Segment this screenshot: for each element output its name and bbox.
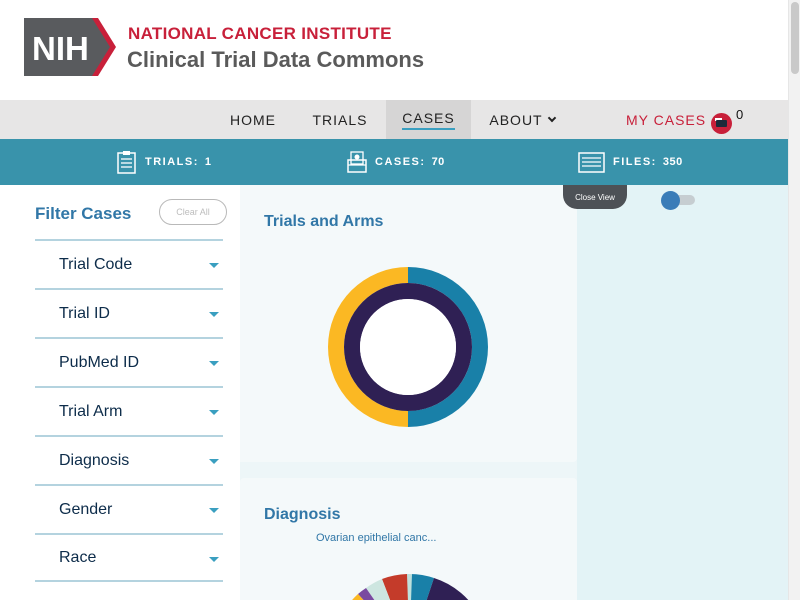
facet-label: Race xyxy=(59,548,97,566)
facet-label: Diagnosis xyxy=(59,451,130,469)
chevron-down-icon xyxy=(547,113,556,122)
nav-trials-label: TRIALS xyxy=(312,111,368,128)
nav-cases[interactable]: CASES xyxy=(386,100,471,139)
facet-race[interactable]: Race xyxy=(35,533,223,582)
filter-title: Filter Cases xyxy=(35,204,132,223)
close-view-button[interactable]: Close View xyxy=(563,185,627,209)
widgets-toggle-switch[interactable] xyxy=(661,191,695,210)
filter-sidebar: Filter Cases Clear All Trial Code Trial … xyxy=(0,185,240,600)
org-name: NATIONAL CANCER INSTITUTE xyxy=(128,24,392,43)
clear-all-button[interactable]: Clear All xyxy=(159,199,227,225)
nih-logo-text: NIH xyxy=(32,30,89,67)
nav-trials[interactable]: TRIALS xyxy=(303,100,377,139)
diagnosis-widget: Diagnosis Ovarian epithelial canc... xyxy=(240,478,577,600)
stat-cases: CASES: 70 xyxy=(346,149,445,175)
case-folder-icon xyxy=(347,151,367,173)
facet-label: Trial Arm xyxy=(59,402,123,420)
diagnosis-title: Diagnosis xyxy=(264,506,341,523)
clipboard-icon xyxy=(117,151,136,174)
stat-cases-value: 70 xyxy=(431,156,445,168)
caret-down-icon xyxy=(209,410,219,415)
caret-down-icon xyxy=(209,312,219,317)
facet-trial-id[interactable]: Trial ID xyxy=(35,288,223,337)
nav-about[interactable]: ABOUT xyxy=(480,100,564,139)
nav-home-label: HOME xyxy=(230,111,276,128)
trials-arms-widget: Trials and Arms xyxy=(240,185,577,462)
facet-label: Trial Code xyxy=(59,255,133,273)
stat-files-value: 350 xyxy=(662,156,683,168)
caret-down-icon xyxy=(209,508,219,513)
nih-logo[interactable]: NIH xyxy=(24,18,116,76)
widgets-column: Trials and Arms Diagnosis Ovarian epithe… xyxy=(240,185,577,600)
toggle-knob[interactable] xyxy=(661,191,680,210)
facet-label: Trial ID xyxy=(59,304,110,322)
cart-icon[interactable] xyxy=(711,113,732,134)
facet-label: PubMed ID xyxy=(59,353,140,371)
dashboard-widgets: Trials and Arms Diagnosis Ovarian epithe… xyxy=(240,185,788,600)
files-icon xyxy=(578,152,605,173)
nav-home[interactable]: HOME xyxy=(218,100,288,139)
diagnosis-donut[interactable] xyxy=(310,552,510,600)
app-root: NIH NATIONAL CANCER INSTITUTE Clinical T… xyxy=(0,0,800,600)
stats-bar: TRIALS: 1 CASES: 70 FILES: 350 xyxy=(0,139,788,185)
app-name: Clinical Trial Data Commons xyxy=(127,47,425,72)
stat-trials: TRIALS: 1 xyxy=(116,149,212,175)
nav-my-cases-label: MY CASES xyxy=(626,111,707,128)
page-scrollbar[interactable] xyxy=(788,0,800,600)
trials-arms-title: Trials and Arms xyxy=(264,213,384,230)
nav-cases-label: CASES xyxy=(402,110,455,130)
stat-trials-label: TRIALS: xyxy=(145,156,199,168)
donut-hole xyxy=(360,299,456,395)
stat-trials-value: 1 xyxy=(204,156,212,168)
facet-list: Trial Code Trial ID PubMed ID Trial Arm … xyxy=(35,239,223,582)
caret-down-icon xyxy=(209,263,219,268)
facet-trial-code[interactable]: Trial Code xyxy=(35,239,223,288)
facet-pubmed-id[interactable]: PubMed ID xyxy=(35,337,223,386)
facet-diagnosis[interactable]: Diagnosis xyxy=(35,435,223,484)
stat-files: FILES: 350 xyxy=(578,149,683,175)
facet-label: Gender xyxy=(59,500,113,518)
facet-trial-arm[interactable]: Trial Arm xyxy=(35,386,223,435)
stat-files-label: FILES: xyxy=(613,156,657,168)
main-nav: HOME TRIALS CASES ABOUT MY CASES xyxy=(0,100,788,139)
facet-gender[interactable]: Gender xyxy=(35,484,223,533)
caret-down-icon xyxy=(209,361,219,366)
site-header: NIH NATIONAL CANCER INSTITUTE Clinical T… xyxy=(0,0,788,100)
diagnosis-hover-label: Ovarian epithelial canc... xyxy=(316,532,437,544)
diag-slice[interactable] xyxy=(425,578,480,600)
nav-about-label: ABOUT xyxy=(489,111,543,128)
scrollbar-thumb[interactable] xyxy=(791,2,799,74)
caret-down-icon xyxy=(209,557,219,562)
trials-arms-donut[interactable] xyxy=(328,267,488,427)
caret-down-icon xyxy=(209,459,219,464)
cart-count: 0 xyxy=(736,107,744,122)
stat-cases-label: CASES: xyxy=(375,156,426,168)
